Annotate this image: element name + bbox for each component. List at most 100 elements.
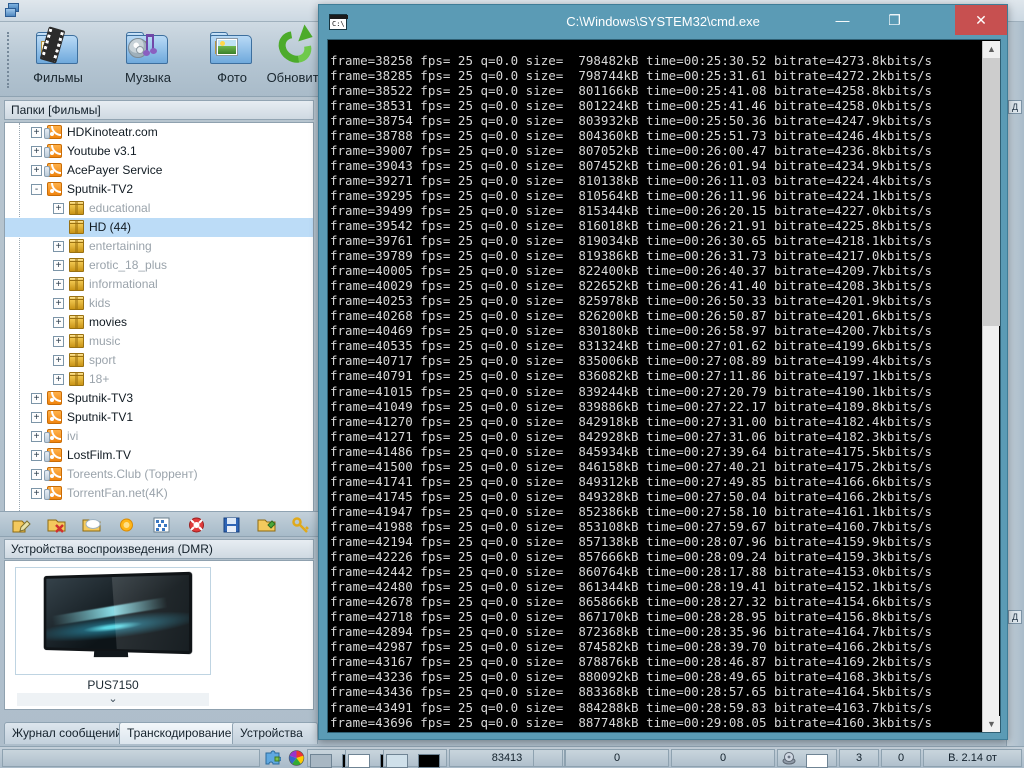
dock-pin-top-icon[interactable]: Д bbox=[1008, 100, 1022, 114]
expand-icon[interactable]: + bbox=[31, 450, 42, 461]
dmr-device-thumbnail[interactable] bbox=[15, 567, 211, 675]
expand-icon[interactable]: + bbox=[53, 317, 64, 328]
toolbar-button-music[interactable]: Музыка bbox=[112, 26, 184, 92]
color-swatch[interactable] bbox=[386, 754, 408, 768]
expand-icon[interactable]: + bbox=[53, 298, 64, 309]
tree-item[interactable]: +18+ bbox=[5, 370, 313, 389]
package-box-icon bbox=[69, 334, 85, 349]
scroll-up-icon[interactable]: ▲ bbox=[983, 41, 1000, 58]
cloud-folder-icon[interactable] bbox=[82, 516, 101, 534]
expand-icon[interactable]: + bbox=[31, 127, 42, 138]
rss-feed-icon bbox=[47, 125, 63, 140]
minimize-button[interactable]: — bbox=[820, 5, 865, 35]
delete-folder-icon[interactable] bbox=[47, 516, 66, 534]
tree-item-label: ivi bbox=[67, 427, 78, 446]
tree-item[interactable]: +LostFilm.TV bbox=[5, 446, 313, 465]
package-box-icon bbox=[69, 296, 85, 311]
tree-item[interactable]: HD (44) bbox=[5, 218, 313, 237]
puzzle-icon[interactable] bbox=[264, 750, 283, 768]
toolbar-grip[interactable] bbox=[7, 32, 10, 88]
tab-transcoding[interactable]: Транскодирование bbox=[119, 722, 239, 744]
dock-pin-bottom-icon[interactable]: Д bbox=[1008, 610, 1022, 624]
tree-item-label: movies bbox=[89, 313, 127, 332]
status-cell-count-3: 3 bbox=[839, 749, 879, 767]
chevron-down-icon[interactable]: ⌄ bbox=[17, 693, 209, 706]
tree-item[interactable]: +erotic_18_plus bbox=[5, 256, 313, 275]
tab-playback-devices[interactable]: Устройства воспр bbox=[232, 722, 318, 744]
maximize-button[interactable]: ❐ bbox=[872, 5, 917, 35]
expand-icon[interactable]: + bbox=[31, 393, 42, 404]
key-icon[interactable] bbox=[292, 516, 311, 534]
color-swatch[interactable] bbox=[418, 754, 440, 768]
edit-folder-icon[interactable] bbox=[12, 516, 31, 534]
tab-message-log[interactable]: Журнал сообщений bbox=[4, 722, 130, 744]
close-button[interactable]: ✕ bbox=[955, 5, 1007, 35]
cmd-titlebar[interactable]: C:\ C:\Windows\SYSTEM32\cmd.exe — ❐ ✕ bbox=[319, 5, 1007, 39]
open-folder-icon[interactable] bbox=[257, 516, 276, 534]
color-swatch[interactable] bbox=[348, 754, 370, 768]
grid-icon[interactable] bbox=[152, 516, 171, 534]
expand-icon[interactable]: + bbox=[31, 469, 42, 480]
expand-icon[interactable]: + bbox=[31, 412, 42, 423]
expand-icon[interactable]: + bbox=[53, 203, 64, 214]
cmd-console-output[interactable]: frame=38258 fps= 25 q=0.0 size= 798482kB… bbox=[327, 39, 1001, 733]
tree-item[interactable]: +Youtube v3.1 bbox=[5, 142, 313, 161]
status-cell-count-1: 0 bbox=[565, 749, 669, 767]
package-box-icon bbox=[69, 277, 85, 292]
expand-icon[interactable]: + bbox=[53, 279, 64, 290]
tree-item[interactable]: +TorrentFan.net(4K) bbox=[5, 484, 313, 503]
status-swatch-white[interactable] bbox=[806, 754, 828, 768]
tree-item[interactable]: +educational bbox=[5, 199, 313, 218]
status-cell-empty bbox=[2, 749, 260, 767]
tree-item[interactable]: +music bbox=[5, 332, 313, 351]
expand-icon[interactable]: + bbox=[31, 146, 42, 157]
color-swatch[interactable] bbox=[310, 754, 332, 768]
color-wheel-icon[interactable] bbox=[288, 750, 307, 768]
sun-icon[interactable] bbox=[117, 516, 136, 534]
tree-item-label: HD (44) bbox=[89, 218, 131, 237]
tree-item-label: Sputnik-TV3 bbox=[67, 389, 133, 408]
cmd-scrollbar[interactable]: ▲ ▼ bbox=[982, 41, 999, 733]
package-box-icon bbox=[69, 201, 85, 216]
expand-icon[interactable]: + bbox=[53, 336, 64, 347]
tree-item[interactable]: + entertaining bbox=[5, 237, 313, 256]
rss-feed-icon bbox=[47, 448, 63, 463]
tree-item[interactable]: + movies bbox=[5, 313, 313, 332]
tree-item-label: entertaining bbox=[89, 237, 152, 256]
package-box-icon bbox=[69, 315, 85, 330]
collapse-icon[interactable]: - bbox=[31, 184, 42, 195]
tree-item[interactable]: +AcePayer Service bbox=[5, 161, 313, 180]
tv-screen-icon bbox=[38, 574, 190, 660]
tree-item[interactable]: +informational bbox=[5, 275, 313, 294]
dmr-device-list[interactable]: PUS7150 ⌄ bbox=[4, 560, 314, 710]
folders-tree[interactable]: +HDKinoteatr.com+Youtube v3.1+AcePayer S… bbox=[4, 122, 314, 512]
tree-item[interactable]: + ivi bbox=[5, 427, 313, 446]
tree-item[interactable]: + Sputnik-TV3 bbox=[5, 389, 313, 408]
swatch-group-3[interactable] bbox=[383, 749, 447, 767]
scrollbar-thumb[interactable] bbox=[983, 58, 1000, 326]
tree-item[interactable]: +HDKinoteatr.com bbox=[5, 123, 313, 142]
expand-icon[interactable]: + bbox=[53, 241, 64, 252]
save-diskette-icon[interactable] bbox=[222, 516, 241, 534]
rss-orange-icon bbox=[47, 410, 63, 425]
expand-icon[interactable]: + bbox=[31, 165, 42, 176]
tree-item[interactable]: + kids bbox=[5, 294, 313, 313]
scroll-down-icon[interactable]: ▼ bbox=[983, 716, 1000, 733]
expand-icon[interactable]: + bbox=[31, 488, 42, 499]
status-cell-count-2: 0 bbox=[671, 749, 775, 767]
status-cell-disc[interactable] bbox=[777, 749, 837, 767]
tree-item[interactable]: +Toreents.Club (Торрент) bbox=[5, 465, 313, 484]
tree-item[interactable]: -Sputnik-TV2 bbox=[5, 180, 313, 199]
expand-icon[interactable]: + bbox=[53, 374, 64, 385]
toolbar-button-movies[interactable]: Фильмы bbox=[22, 26, 94, 92]
expand-icon[interactable]: + bbox=[53, 355, 64, 366]
cmd-output-text: frame=38258 fps= 25 q=0.0 size= 798482kB… bbox=[330, 53, 932, 734]
tab-label: Журнал сообщений bbox=[12, 726, 122, 740]
lifebuoy-icon[interactable] bbox=[187, 516, 206, 534]
tree-item[interactable]: +Sputnik-TV1 bbox=[5, 408, 313, 427]
tree-item[interactable]: +sport bbox=[5, 351, 313, 370]
expand-icon[interactable]: + bbox=[31, 431, 42, 442]
tree-item-label: kids bbox=[89, 294, 110, 313]
expand-icon[interactable]: + bbox=[53, 260, 64, 271]
cmd-window[interactable]: C:\ C:\Windows\SYSTEM32\cmd.exe — ❐ ✕ fr… bbox=[318, 4, 1008, 740]
